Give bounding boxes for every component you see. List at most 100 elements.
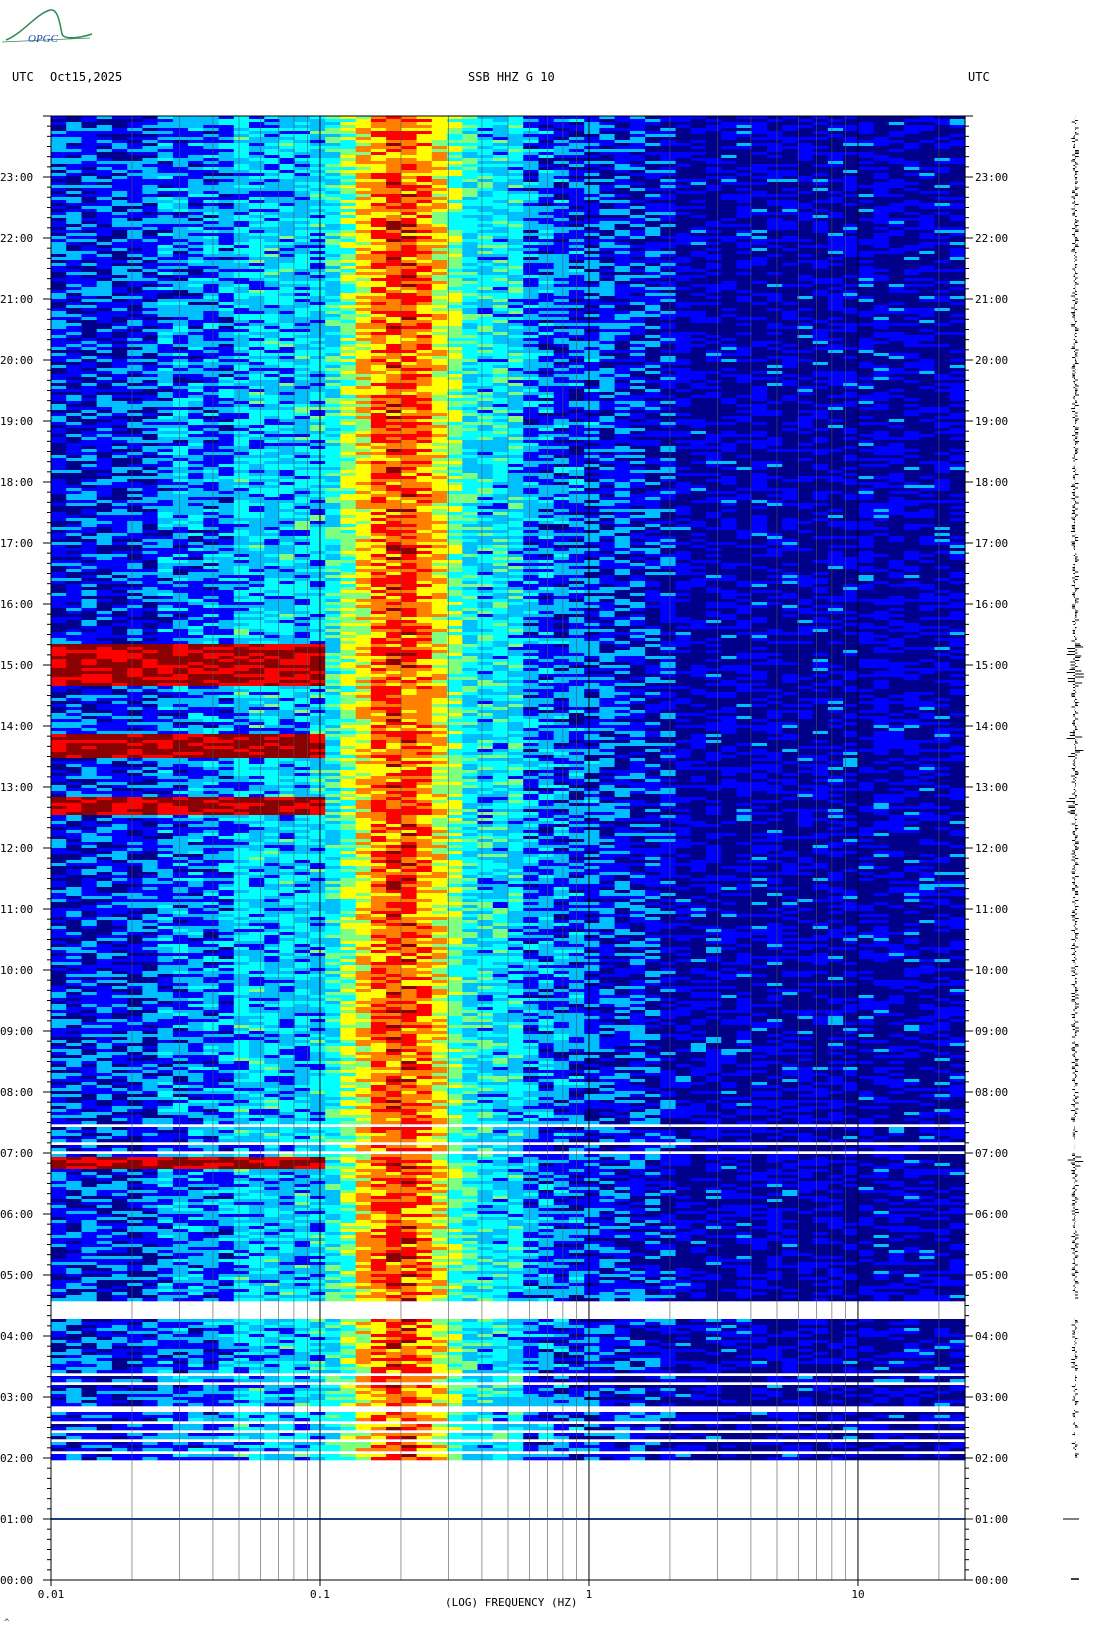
spectrogram-cell [813,158,829,161]
spectrogram-cell [127,164,143,167]
spectrogram-cell [447,149,463,152]
spectrogram-cell [828,182,844,185]
spectrogram-cell [615,170,631,173]
spectrogram-cell [142,185,158,188]
spectrogram-cell [508,125,524,128]
spectrogram-cell [356,146,372,149]
spectrogram-cell [97,146,113,149]
spectrogram-cell [249,134,265,137]
spectrogram-cell [721,167,737,170]
spectrogram-cell [386,167,402,170]
spectrogram-cell [904,182,920,185]
spectrogram-cell [813,170,829,173]
spectrogram-cell [188,158,204,161]
spectrogram-cell [112,149,128,152]
spectrogram-cell [356,128,372,131]
spectrogram-cell [127,134,143,137]
spectrogram-cell [691,176,707,179]
spectrogram-cell [249,182,265,185]
spectrogram-cell [691,122,707,125]
spectrogram-cell [737,146,753,149]
spectrogram-cell [462,155,478,158]
spectrogram-cell [82,137,98,140]
spectrogram-cell [706,158,722,161]
spectrogram-cell [874,176,890,179]
spectrogram-cell [691,164,707,167]
spectrogram-cell [889,179,905,182]
spectrogram-cell [158,137,174,140]
spectrogram-cell [554,158,570,161]
spectrogram-cell [401,158,417,161]
spectrogram-cell [858,125,874,128]
spectrogram-cell [112,122,128,125]
spectrogram-cell [295,179,311,182]
spectrogram-cell [493,182,509,185]
spectrogram-cell [340,146,356,149]
spectrogram-cell [51,158,67,161]
spectrogram-cell [249,167,265,170]
spectrogram-cell [584,122,600,125]
spectrogram-cell [462,149,478,152]
spectrogram-cell [767,170,783,173]
spectrogram-cell [523,173,539,176]
spectrogram-cell [478,122,494,125]
spectrogram-cell [417,167,433,170]
spectrogram-cell [432,179,448,182]
spectrogram-cell [219,176,235,179]
spectrogram-cell [935,182,951,185]
spectrogram-cell [432,158,448,161]
spectrogram-cell [478,161,494,164]
spectrogram-cell [935,131,951,134]
spectrogram-cell [813,149,829,152]
spectrogram-cell [523,155,539,158]
spectrogram-cell [493,137,509,140]
spectrogram-cell [889,137,905,140]
spectrogram-cell [523,149,539,152]
spectrogram-cell [508,179,524,182]
spectrogram-cell [874,149,890,152]
spectrogram-cell [508,134,524,137]
spectrogram-cell [782,143,798,146]
spectrogram-cell [82,164,98,167]
spectrogram-cell [706,119,722,122]
spectrogram-cell [508,158,524,161]
spectrogram-cell [203,128,219,131]
spectrogram-cell [584,179,600,182]
spectrogram-cell [203,152,219,155]
spectrogram-cell [584,173,600,176]
spectrogram-cell [447,155,463,158]
spectrogram-cell [478,173,494,176]
spectrogram-cell [539,131,555,134]
spectrogram-cell [249,155,265,158]
spectrogram-cell [356,143,372,146]
spectrogram-cell [676,182,692,185]
spectrogram-cell [356,176,372,179]
spectrogram-cell [904,155,920,158]
spectrogram-cell [858,179,874,182]
spectrogram-cell [310,128,326,131]
spectrogram-cell [919,122,935,125]
spectrogram-cell [188,143,204,146]
spectrogram-cell [858,137,874,140]
spectrogram-cell [142,119,158,122]
spectrogram-cell [249,173,265,176]
spectrogram-cell [660,146,676,149]
spectrogram-cell [858,164,874,167]
spectrogram-cell [493,152,509,155]
spectrogram-cell [417,164,433,167]
spectrogram-cell [142,140,158,143]
spectrogram-cell [142,179,158,182]
spectrogram-cell [462,128,478,131]
spectrogram-cell [401,143,417,146]
spectrogram-cell [676,131,692,134]
spectrogram-cell [554,146,570,149]
spectrogram-cell [325,158,341,161]
spectrogram-cell [386,140,402,143]
spectrogram-cell [356,170,372,173]
spectrogram-cell [828,176,844,179]
spectrogram-cell [828,122,844,125]
spectrogram-cell [539,179,555,182]
spectrogram-cell [676,179,692,182]
spectrogram-cell [797,170,813,173]
spectrogram-cell [508,140,524,143]
